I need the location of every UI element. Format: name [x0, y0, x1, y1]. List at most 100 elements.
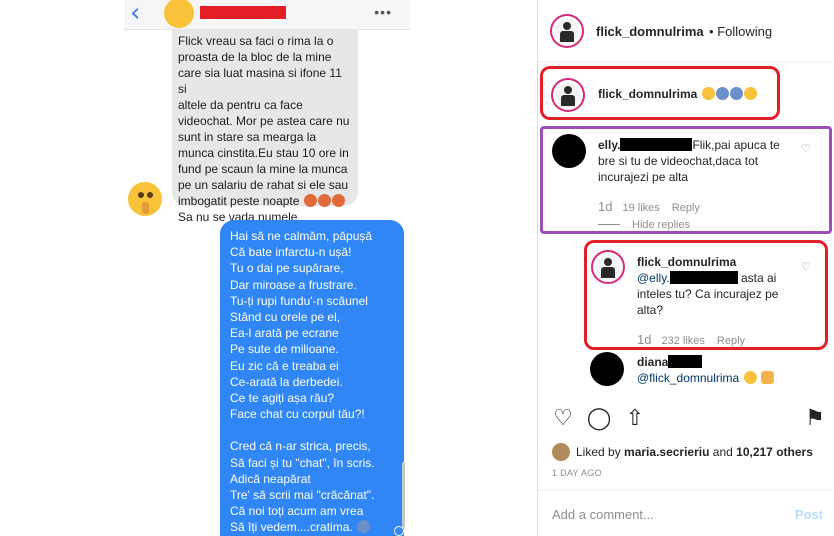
- commenter-avatar-redacted[interactable]: [590, 352, 624, 386]
- share-icon[interactable]: ⇧: [622, 406, 648, 432]
- avatar-photo: [556, 83, 580, 107]
- post-actions-bar: ♡ ◯ ⇧ ⚑: [538, 400, 834, 440]
- post-comment-button[interactable]: Post: [795, 507, 823, 522]
- reply-age: 1d: [637, 332, 652, 347]
- received-message-bubble: Flick vreau sa faci o rima la o proasta …: [172, 30, 358, 224]
- person-gesture-icon: [715, 87, 729, 100]
- and-label: and: [712, 445, 733, 459]
- poem-line: Că noi toți acum am vrea: [230, 504, 364, 519]
- redacted-name: [668, 355, 703, 368]
- person-gesture-icon: [729, 87, 743, 100]
- comment-elly: elly. Flik,pai apuca te bre si tu de vide…: [598, 137, 798, 185]
- msg-line: altele da pentru ca face: [178, 98, 303, 112]
- more-options-icon[interactable]: •••: [374, 4, 392, 20]
- poem-line: Pe sute de milioane.: [230, 342, 339, 357]
- redacted-contact-name: [200, 6, 286, 19]
- following-label: Following: [717, 24, 773, 39]
- redacted-name: [620, 138, 693, 151]
- follow-status[interactable]: • Following: [709, 24, 772, 39]
- comment-age: 1d: [598, 199, 613, 214]
- msg-line: videochat. Mor pe astea care nu: [178, 114, 350, 128]
- poem-line: Ce te agiți așa rău?: [230, 391, 335, 406]
- emoji-eye: [138, 192, 144, 198]
- post-header: flick_domnulrima • Following: [538, 0, 834, 62]
- clapping-hands-icon: [760, 371, 774, 384]
- poem-line: Cred că n-ar strica, precis,: [230, 439, 371, 454]
- caption-username[interactable]: flick_domnulrima: [598, 87, 697, 101]
- reply-likes[interactable]: 232 likes: [661, 335, 704, 347]
- divider-dash: [598, 224, 620, 225]
- read-receipt-icon: [394, 526, 404, 536]
- msg-line: fund pe scaun la mine la munca: [178, 162, 348, 176]
- redacted-name: [669, 271, 738, 284]
- emoji-eye: [147, 192, 153, 198]
- save-bookmark-icon[interactable]: ⚑: [802, 406, 828, 432]
- reply-username[interactable]: diana: [637, 355, 668, 369]
- poem-line-with-emoji: Să îți vedem....cratima.: [230, 519, 396, 535]
- shushing-face-icon: [128, 182, 162, 216]
- likes-count-link[interactable]: 10,217 others: [736, 445, 813, 459]
- avatar-photo: [596, 255, 620, 279]
- comment-likes[interactable]: 19 likes: [622, 202, 659, 214]
- comment-bubble-icon[interactable]: ◯: [586, 406, 612, 432]
- commenter-avatar-redacted[interactable]: [552, 134, 586, 168]
- poem-line: Ea-l arată pe ecrane: [230, 326, 339, 341]
- chat-panel: ‹ ••• Flick vreau sa faci o rima la o pr…: [124, 0, 410, 536]
- caption-avatar[interactable]: [551, 78, 585, 112]
- likes-summary: Liked by maria.secrieriu and 10,217 othe…: [552, 443, 813, 461]
- mention-link[interactable]: @elly.: [637, 271, 670, 285]
- msg-line: Flick vreau sa faci o rima la o: [178, 34, 334, 48]
- msg-line-with-emoji: imbogatit peste noapte: [178, 193, 350, 209]
- dot-separator: •: [709, 24, 714, 39]
- author-username[interactable]: flick_domnulrima: [596, 24, 704, 39]
- laughing-face-icon: [743, 371, 757, 384]
- chat-scrollbar[interactable]: [402, 462, 405, 528]
- msg-line: care sia luat masina si ifone 11 si: [178, 66, 342, 96]
- like-comment-heart-icon[interactable]: ♡: [801, 261, 811, 272]
- author-avatar[interactable]: [550, 14, 584, 48]
- add-comment-bar: Add a comment... Post: [538, 490, 834, 536]
- comment-input[interactable]: Add a comment...: [552, 507, 654, 522]
- like-comment-heart-icon[interactable]: ♡: [801, 143, 811, 154]
- chat-header: ‹ •••: [124, 0, 410, 30]
- back-chevron-icon[interactable]: ‹: [130, 0, 148, 26]
- msg-line: sunt in stare sa mearga la: [178, 130, 317, 144]
- msg-line: imbogatit peste noapte: [178, 194, 300, 208]
- poem-line: Stând cu orele pe el,: [230, 310, 341, 325]
- poem-line: Tu-ți rupi fundu'-n scăunel: [230, 293, 368, 308]
- reply-flick: flick_domnulrima @elly. asta ai inteles …: [637, 254, 797, 318]
- comment-username[interactable]: elly.: [598, 138, 620, 152]
- screenshot-collage: ‹ ••• Flick vreau sa faci o rima la o pr…: [0, 0, 834, 536]
- hide-replies-button[interactable]: Hide replies: [598, 219, 690, 231]
- post-timestamp[interactable]: 1 DAY AGO: [552, 468, 602, 478]
- hide-replies-label: Hide replies: [632, 219, 691, 231]
- angry-face-icon: [303, 194, 317, 207]
- angry-face-icon: [317, 194, 331, 207]
- ninja-emoji-icon: [357, 520, 371, 534]
- avatar-photo: [555, 19, 579, 43]
- poem-line: Adică neapărat: [230, 471, 311, 486]
- reply-button[interactable]: Reply: [717, 335, 745, 347]
- angry-face-icon: [331, 194, 345, 207]
- poem-line: Să faci și tu "chat", în scris.: [230, 455, 375, 470]
- reply-meta: 1d 232 likes Reply: [637, 332, 757, 347]
- poem-line: Face chat cu corpul tău?!: [230, 407, 365, 422]
- sent-message-bubble: Hai să ne calmăm, păpușă Că bate infarct…: [220, 220, 404, 536]
- like-heart-icon[interactable]: ♡: [550, 406, 576, 432]
- msg-line: munca cinstita.Eu stau 10 ore in: [178, 146, 349, 160]
- liked-by-label: Liked by: [576, 445, 621, 459]
- reply-button[interactable]: Reply: [672, 202, 700, 214]
- caption: flick_domnulrima: [598, 86, 757, 102]
- liker-avatar[interactable]: [552, 443, 570, 461]
- reply-avatar[interactable]: [591, 250, 625, 284]
- poem-line: Ce-arată la derbedei.: [230, 374, 343, 389]
- mention-link[interactable]: @flick_domnulrima: [637, 371, 739, 385]
- contact-avatar-shush-emoji[interactable]: [164, 0, 194, 28]
- poem-line: Că bate infarctu-n ușă!: [230, 245, 352, 260]
- poem-line: Tu o dai pe supărare,: [230, 261, 344, 276]
- reply-diana: diana @flick_domnulrima: [637, 354, 817, 386]
- liker-username[interactable]: maria.secrieriu: [624, 445, 709, 459]
- sad-face-icon: [743, 87, 757, 100]
- emoji-finger: [142, 202, 149, 214]
- reply-username[interactable]: flick_domnulrima: [637, 255, 736, 269]
